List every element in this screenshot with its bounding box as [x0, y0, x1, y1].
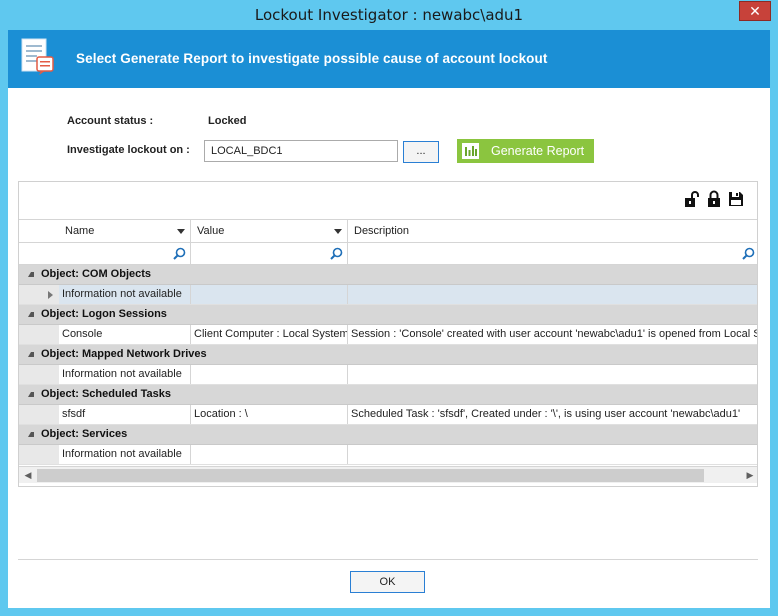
collapse-group-icon[interactable] — [28, 392, 34, 397]
group-label: Object: COM Objects — [41, 268, 152, 280]
description-filter-cell[interactable] — [347, 243, 757, 264]
search-icon[interactable] — [742, 247, 755, 260]
unlock-icon[interactable] — [683, 190, 701, 208]
window-title: Lockout Investigator : newabc\adu1 — [254, 6, 524, 24]
browse-server-button[interactable]: ... — [403, 141, 439, 163]
value-filter-cell[interactable] — [190, 243, 347, 264]
column-header-description-label: Description — [354, 225, 410, 237]
horizontal-scrollbar[interactable]: ◀ ▶ — [19, 466, 757, 483]
description-cell — [347, 285, 757, 304]
collapse-group-icon[interactable] — [28, 352, 34, 357]
results-grid: Name Value Description Object: COM Objec… — [18, 181, 758, 487]
close-icon: ✕ — [749, 3, 761, 19]
name-cell: Information not available — [62, 368, 182, 380]
value-cell — [190, 365, 347, 384]
account-status-label: Account status : — [67, 115, 154, 127]
column-header-description[interactable]: Description — [347, 220, 757, 242]
expand-row-icon[interactable] — [48, 291, 53, 299]
value-cell — [190, 285, 347, 304]
group-row-scheduled-tasks[interactable]: Object: Scheduled Tasks — [19, 385, 757, 405]
group-label: Object: Logon Sessions — [41, 308, 167, 320]
dialog-client: Select Generate Report to investigate po… — [8, 30, 770, 608]
column-header-value[interactable]: Value — [190, 220, 347, 242]
row-indent — [19, 445, 59, 464]
search-icon[interactable] — [173, 247, 186, 260]
value-cell: Client Computer : Local System — [190, 325, 347, 344]
group-row-logon-sessions[interactable]: Object: Logon Sessions — [19, 305, 757, 325]
server-input[interactable]: LOCAL_BDC1 — [204, 140, 398, 162]
grid-header: Name Value Description — [19, 219, 757, 243]
collapse-group-icon[interactable] — [28, 432, 34, 437]
title-bar[interactable]: Lockout Investigator : newabc\adu1 ✕ — [0, 0, 778, 30]
group-label: Object: Mapped Network Drives — [41, 348, 207, 360]
collapse-group-icon[interactable] — [28, 312, 34, 317]
row-indent — [19, 365, 59, 384]
name-filter-cell[interactable] — [19, 243, 190, 264]
column-header-value-label: Value — [197, 225, 225, 237]
footer-divider — [18, 559, 758, 560]
value-filter-dropdown-icon[interactable] — [334, 229, 342, 234]
row-indent — [19, 325, 59, 344]
report-document-icon — [21, 38, 54, 75]
instruction-banner: Select Generate Report to investigate po… — [8, 30, 770, 88]
description-cell — [347, 365, 757, 384]
scroll-left-icon[interactable]: ◀ — [20, 468, 36, 482]
description-cell: Scheduled Task : 'sfsdf', Created under … — [347, 405, 757, 424]
row-indent — [19, 285, 59, 304]
table-row[interactable]: Information not available — [19, 365, 757, 385]
account-status-value: Locked — [208, 115, 247, 127]
group-row-services[interactable]: Object: Services — [19, 425, 757, 445]
name-cell: sfsdf — [62, 408, 86, 420]
search-icon[interactable] — [330, 247, 343, 260]
value-cell: Location : \ — [190, 405, 347, 424]
description-cell — [347, 445, 757, 464]
name-cell: Information not available — [62, 448, 182, 460]
group-row-mapped-network-drives[interactable]: Object: Mapped Network Drives — [19, 345, 757, 365]
investigate-lockout-label: Investigate lockout on : — [67, 144, 190, 156]
banner-text: Select Generate Report to investigate po… — [76, 51, 548, 66]
table-row[interactable]: Information not available — [19, 285, 757, 305]
lockout-investigator-window: Lockout Investigator : newabc\adu1 ✕ Sel… — [0, 0, 778, 616]
header-indent-cell — [19, 220, 59, 242]
name-cell: Information not available — [62, 288, 182, 300]
table-row[interactable]: Information not available — [19, 445, 757, 465]
name-cell: Console — [62, 328, 103, 340]
row-indent — [19, 405, 59, 424]
group-label: Object: Services — [41, 428, 128, 440]
scroll-right-icon[interactable]: ▶ — [742, 468, 757, 482]
ok-button[interactable]: OK — [350, 571, 425, 593]
table-row[interactable]: Console Client Computer : Local System S… — [19, 325, 757, 345]
description-cell: Session : 'Console' created with user ac… — [347, 325, 757, 344]
bar-chart-icon — [462, 143, 479, 159]
table-row[interactable]: sfsdf Location : \ Scheduled Task : 'sfs… — [19, 405, 757, 425]
group-label: Object: Scheduled Tasks — [41, 388, 172, 400]
column-header-name-label: Name — [65, 225, 95, 237]
close-button[interactable]: ✕ — [739, 1, 771, 21]
value-cell — [190, 445, 347, 464]
grid-filter-row — [19, 243, 757, 265]
collapse-group-icon[interactable] — [28, 272, 34, 277]
generate-report-button[interactable]: Generate Report — [457, 139, 594, 163]
save-icon[interactable] — [727, 190, 745, 208]
column-header-name[interactable]: Name — [59, 220, 190, 242]
lock-icon[interactable] — [705, 190, 723, 208]
generate-report-label: Generate Report — [491, 144, 585, 158]
group-row-com-objects[interactable]: Object: COM Objects — [19, 265, 757, 285]
name-filter-dropdown-icon[interactable] — [177, 229, 185, 234]
scrollbar-thumb[interactable] — [37, 469, 704, 482]
